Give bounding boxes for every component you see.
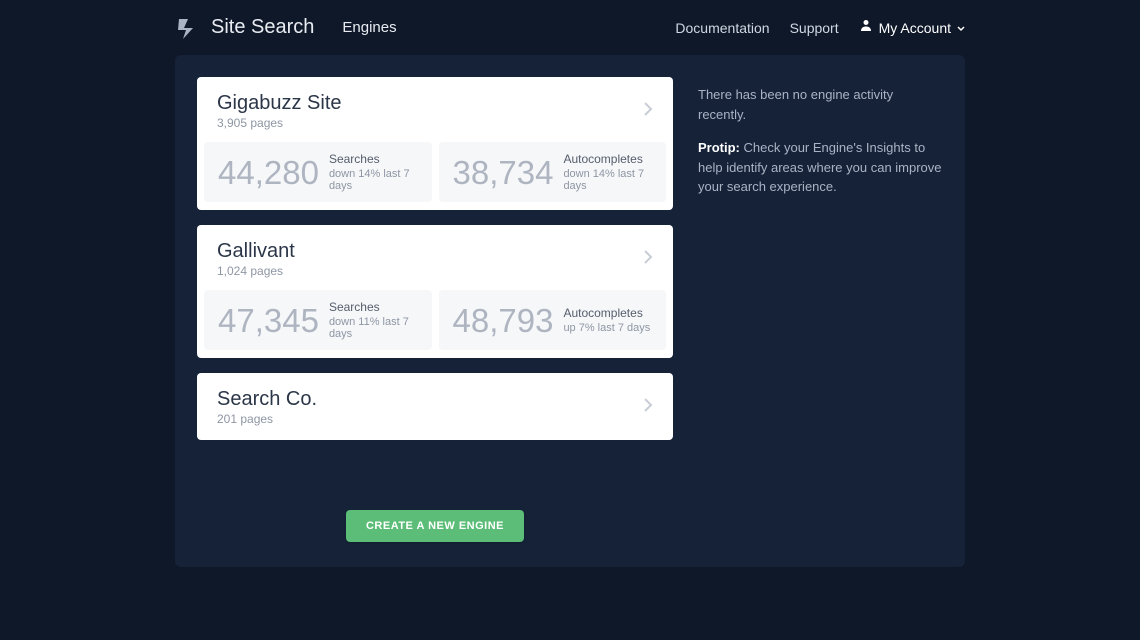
user-icon	[859, 18, 873, 37]
my-account-label: My Account	[879, 20, 951, 36]
logo-text: Site Search	[211, 16, 314, 39]
stat-details: Searches down 11% last 7 days	[329, 300, 418, 340]
searches-stat: 44,280 Searches down 14% last 7 days	[204, 142, 432, 202]
searches-trend: down 11% last 7 days	[329, 316, 418, 340]
engine-title: Gallivant	[217, 240, 295, 263]
nav-documentation[interactable]: Documentation	[675, 20, 769, 36]
protip-text: Protip: Check your Engine's Insights to …	[698, 138, 943, 197]
engine-title-group: Search Co. 201 pages	[217, 388, 317, 426]
engine-stats: 47,345 Searches down 11% last 7 days 48,…	[197, 290, 673, 358]
engine-subtitle: 1,024 pages	[217, 264, 295, 278]
autocompletes-count: 38,734	[453, 156, 554, 189]
engine-card-header: Search Co. 201 pages	[197, 373, 673, 440]
searches-count: 47,345	[218, 304, 319, 337]
autocompletes-trend: down 14% last 7 days	[563, 168, 652, 192]
autocompletes-stat: 48,793 Autocompletes up 7% last 7 days	[439, 290, 667, 350]
engine-card-gigabuzz[interactable]: Gigabuzz Site 3,905 pages 44,280 Searche…	[197, 77, 673, 210]
engine-title: Gigabuzz Site	[217, 92, 342, 115]
my-account-menu[interactable]: My Account	[859, 18, 965, 37]
autocompletes-count: 48,793	[453, 304, 554, 337]
autocompletes-stat: 38,734 Autocompletes down 14% last 7 day…	[439, 142, 667, 202]
nav-engines[interactable]: Engines	[342, 19, 396, 36]
header-left: Site Search Engines	[175, 15, 397, 41]
activity-text: There has been no engine activity recent…	[698, 85, 943, 124]
stat-details: Autocompletes up 7% last 7 days	[563, 306, 650, 334]
searches-label: Searches	[329, 152, 418, 166]
logo-icon	[175, 15, 201, 41]
engine-title: Search Co.	[217, 388, 317, 411]
chevron-right-icon	[643, 397, 653, 418]
stat-details: Autocompletes down 14% last 7 days	[563, 152, 652, 192]
engine-title-group: Gallivant 1,024 pages	[217, 240, 295, 278]
nav-support[interactable]: Support	[790, 20, 839, 36]
chevron-down-icon	[957, 19, 965, 37]
engine-card-searchco[interactable]: Search Co. 201 pages	[197, 373, 673, 440]
autocompletes-label: Autocompletes	[563, 306, 650, 320]
chevron-right-icon	[643, 101, 653, 122]
stat-details: Searches down 14% last 7 days	[329, 152, 418, 192]
searches-trend: down 14% last 7 days	[329, 168, 418, 192]
chevron-right-icon	[643, 249, 653, 270]
sidebar: There has been no engine activity recent…	[698, 77, 943, 545]
searches-count: 44,280	[218, 156, 319, 189]
autocompletes-trend: up 7% last 7 days	[563, 322, 650, 334]
engines-list: Gigabuzz Site 3,905 pages 44,280 Searche…	[197, 77, 673, 545]
content-panel: Gigabuzz Site 3,905 pages 44,280 Searche…	[175, 55, 965, 567]
engine-subtitle: 3,905 pages	[217, 116, 342, 130]
searches-stat: 47,345 Searches down 11% last 7 days	[204, 290, 432, 350]
create-button-wrap: CREATE A NEW ENGINE	[197, 510, 673, 542]
engine-stats: 44,280 Searches down 14% last 7 days 38,…	[197, 142, 673, 210]
app-header: Site Search Engines Documentation Suppor…	[0, 0, 1140, 55]
create-engine-button[interactable]: CREATE A NEW ENGINE	[346, 510, 524, 542]
autocompletes-label: Autocompletes	[563, 152, 652, 166]
logo[interactable]: Site Search	[175, 15, 314, 41]
engine-card-header: Gallivant 1,024 pages	[197, 225, 673, 290]
engine-title-group: Gigabuzz Site 3,905 pages	[217, 92, 342, 130]
header-right: Documentation Support My Account	[675, 18, 965, 37]
engine-card-gallivant[interactable]: Gallivant 1,024 pages 47,345 Searches do…	[197, 225, 673, 358]
protip-label: Protip:	[698, 140, 740, 155]
searches-label: Searches	[329, 300, 418, 314]
engine-subtitle: 201 pages	[217, 412, 317, 426]
engine-card-header: Gigabuzz Site 3,905 pages	[197, 77, 673, 142]
